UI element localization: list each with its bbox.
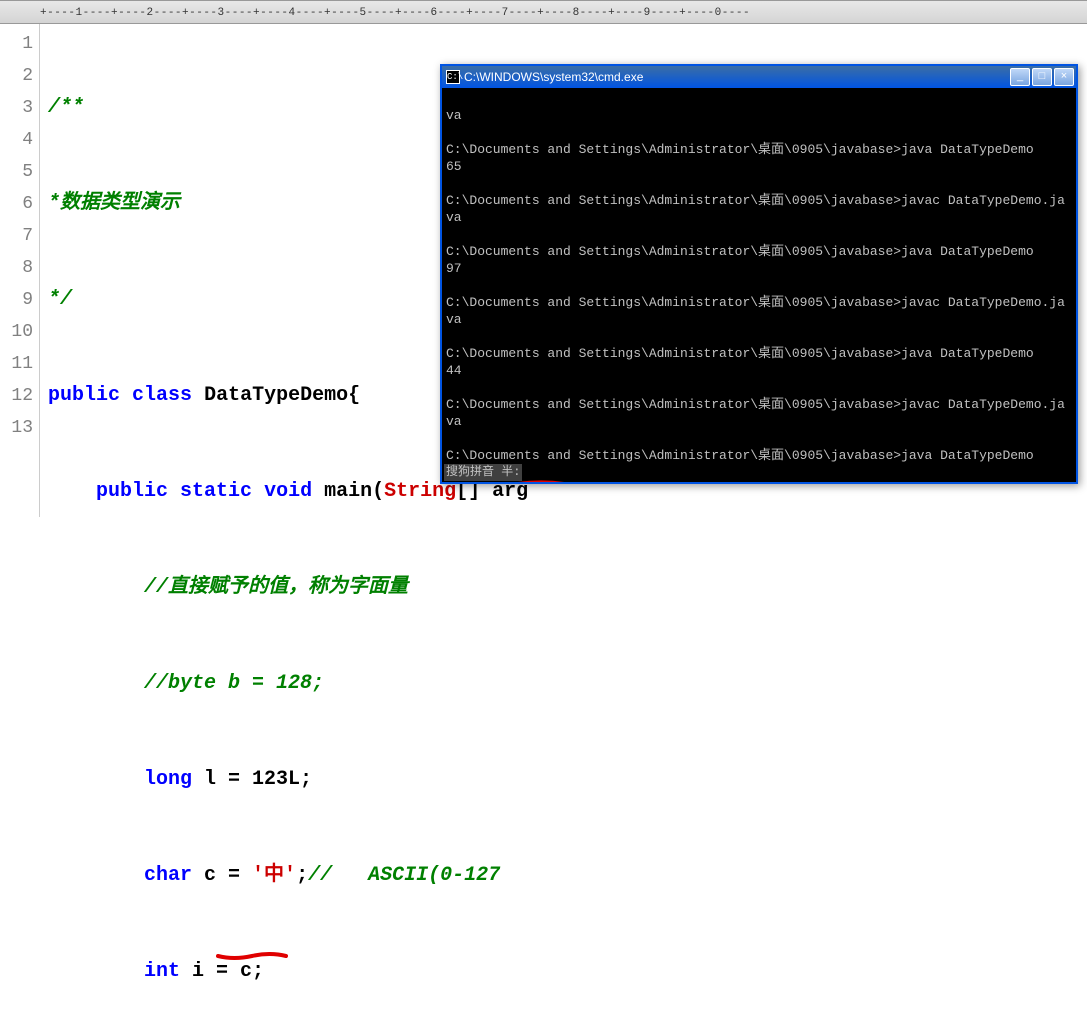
- annotation-underline: [216, 888, 288, 896]
- keyword: static: [180, 480, 252, 503]
- cmd-title: C:\WINDOWS\system32\cmd.exe: [464, 70, 1010, 84]
- keyword: void: [264, 480, 312, 503]
- line-number: 10: [0, 316, 33, 348]
- line-number: 9: [0, 284, 33, 316]
- method-name: main: [324, 480, 372, 503]
- brace: {: [348, 384, 360, 407]
- ime-status: 搜狗拼音 半:: [444, 464, 522, 481]
- maximize-button[interactable]: □: [1032, 68, 1052, 86]
- line-number: 5: [0, 156, 33, 188]
- char-literal: '中': [252, 864, 296, 887]
- keyword: public: [48, 384, 120, 407]
- cmd-line: C:\Documents and Settings\Administrator\…: [446, 295, 1065, 327]
- keyword: int: [144, 960, 180, 983]
- cmd-output: 44: [446, 363, 462, 378]
- cmd-output: 65: [446, 159, 462, 174]
- cmd-line: C:\Documents and Settings\Administrator\…: [446, 346, 1034, 361]
- close-button[interactable]: ×: [1054, 68, 1074, 86]
- cmd-line: C:\Documents and Settings\Administrator\…: [446, 244, 1034, 259]
- comment: // ASCII(0-127: [308, 864, 500, 887]
- cmd-line: C:\Documents and Settings\Administrator\…: [446, 142, 1034, 157]
- keyword: class: [132, 384, 192, 407]
- line-number: 13: [0, 412, 33, 444]
- class-name: DataTypeDemo: [204, 384, 348, 407]
- cmd-window[interactable]: C:\ C:\WINDOWS\system32\cmd.exe _ □ × va…: [440, 64, 1078, 484]
- cmd-line: C:\Documents and Settings\Administrator\…: [446, 193, 1065, 225]
- comment: /**: [48, 96, 84, 119]
- line-number: 4: [0, 124, 33, 156]
- cmd-line: C:\Documents and Settings\Administrator\…: [446, 397, 1065, 429]
- keyword: char: [144, 864, 192, 887]
- line-number: 6: [0, 188, 33, 220]
- cmd-body[interactable]: va C:\Documents and Settings\Administrat…: [442, 88, 1076, 482]
- cmd-line: va: [446, 108, 462, 123]
- cmd-output: 97: [446, 261, 462, 276]
- comment: //直接赋予的值，称为字面量: [144, 576, 408, 599]
- line-number: 3: [0, 92, 33, 124]
- window-controls: _ □ ×: [1010, 68, 1074, 86]
- comment: *数据类型演示: [48, 192, 180, 215]
- line-number: 12: [0, 380, 33, 412]
- comment: //byte b = 128;: [144, 672, 324, 695]
- line-number: 7: [0, 220, 33, 252]
- keyword: long: [144, 768, 192, 791]
- line-number: 11: [0, 348, 33, 380]
- comment: */: [48, 288, 72, 311]
- ruler-text: +----1----+----2----+----3----+----4----…: [40, 1, 750, 24]
- ruler: +----1----+----2----+----3----+----4----…: [0, 0, 1087, 24]
- minimize-button[interactable]: _: [1010, 68, 1030, 86]
- keyword: public: [96, 480, 168, 503]
- annotation-underline: [446, 446, 566, 460]
- line-number: 2: [0, 60, 33, 92]
- line-number: 8: [0, 252, 33, 284]
- cmd-icon: C:\: [446, 70, 460, 84]
- gutter: 1 2 3 4 5 6 7 8 9 10 11 12 13: [0, 24, 40, 517]
- line-number: 1: [0, 28, 33, 60]
- cmd-titlebar[interactable]: C:\ C:\WINDOWS\system32\cmd.exe _ □ ×: [442, 66, 1076, 88]
